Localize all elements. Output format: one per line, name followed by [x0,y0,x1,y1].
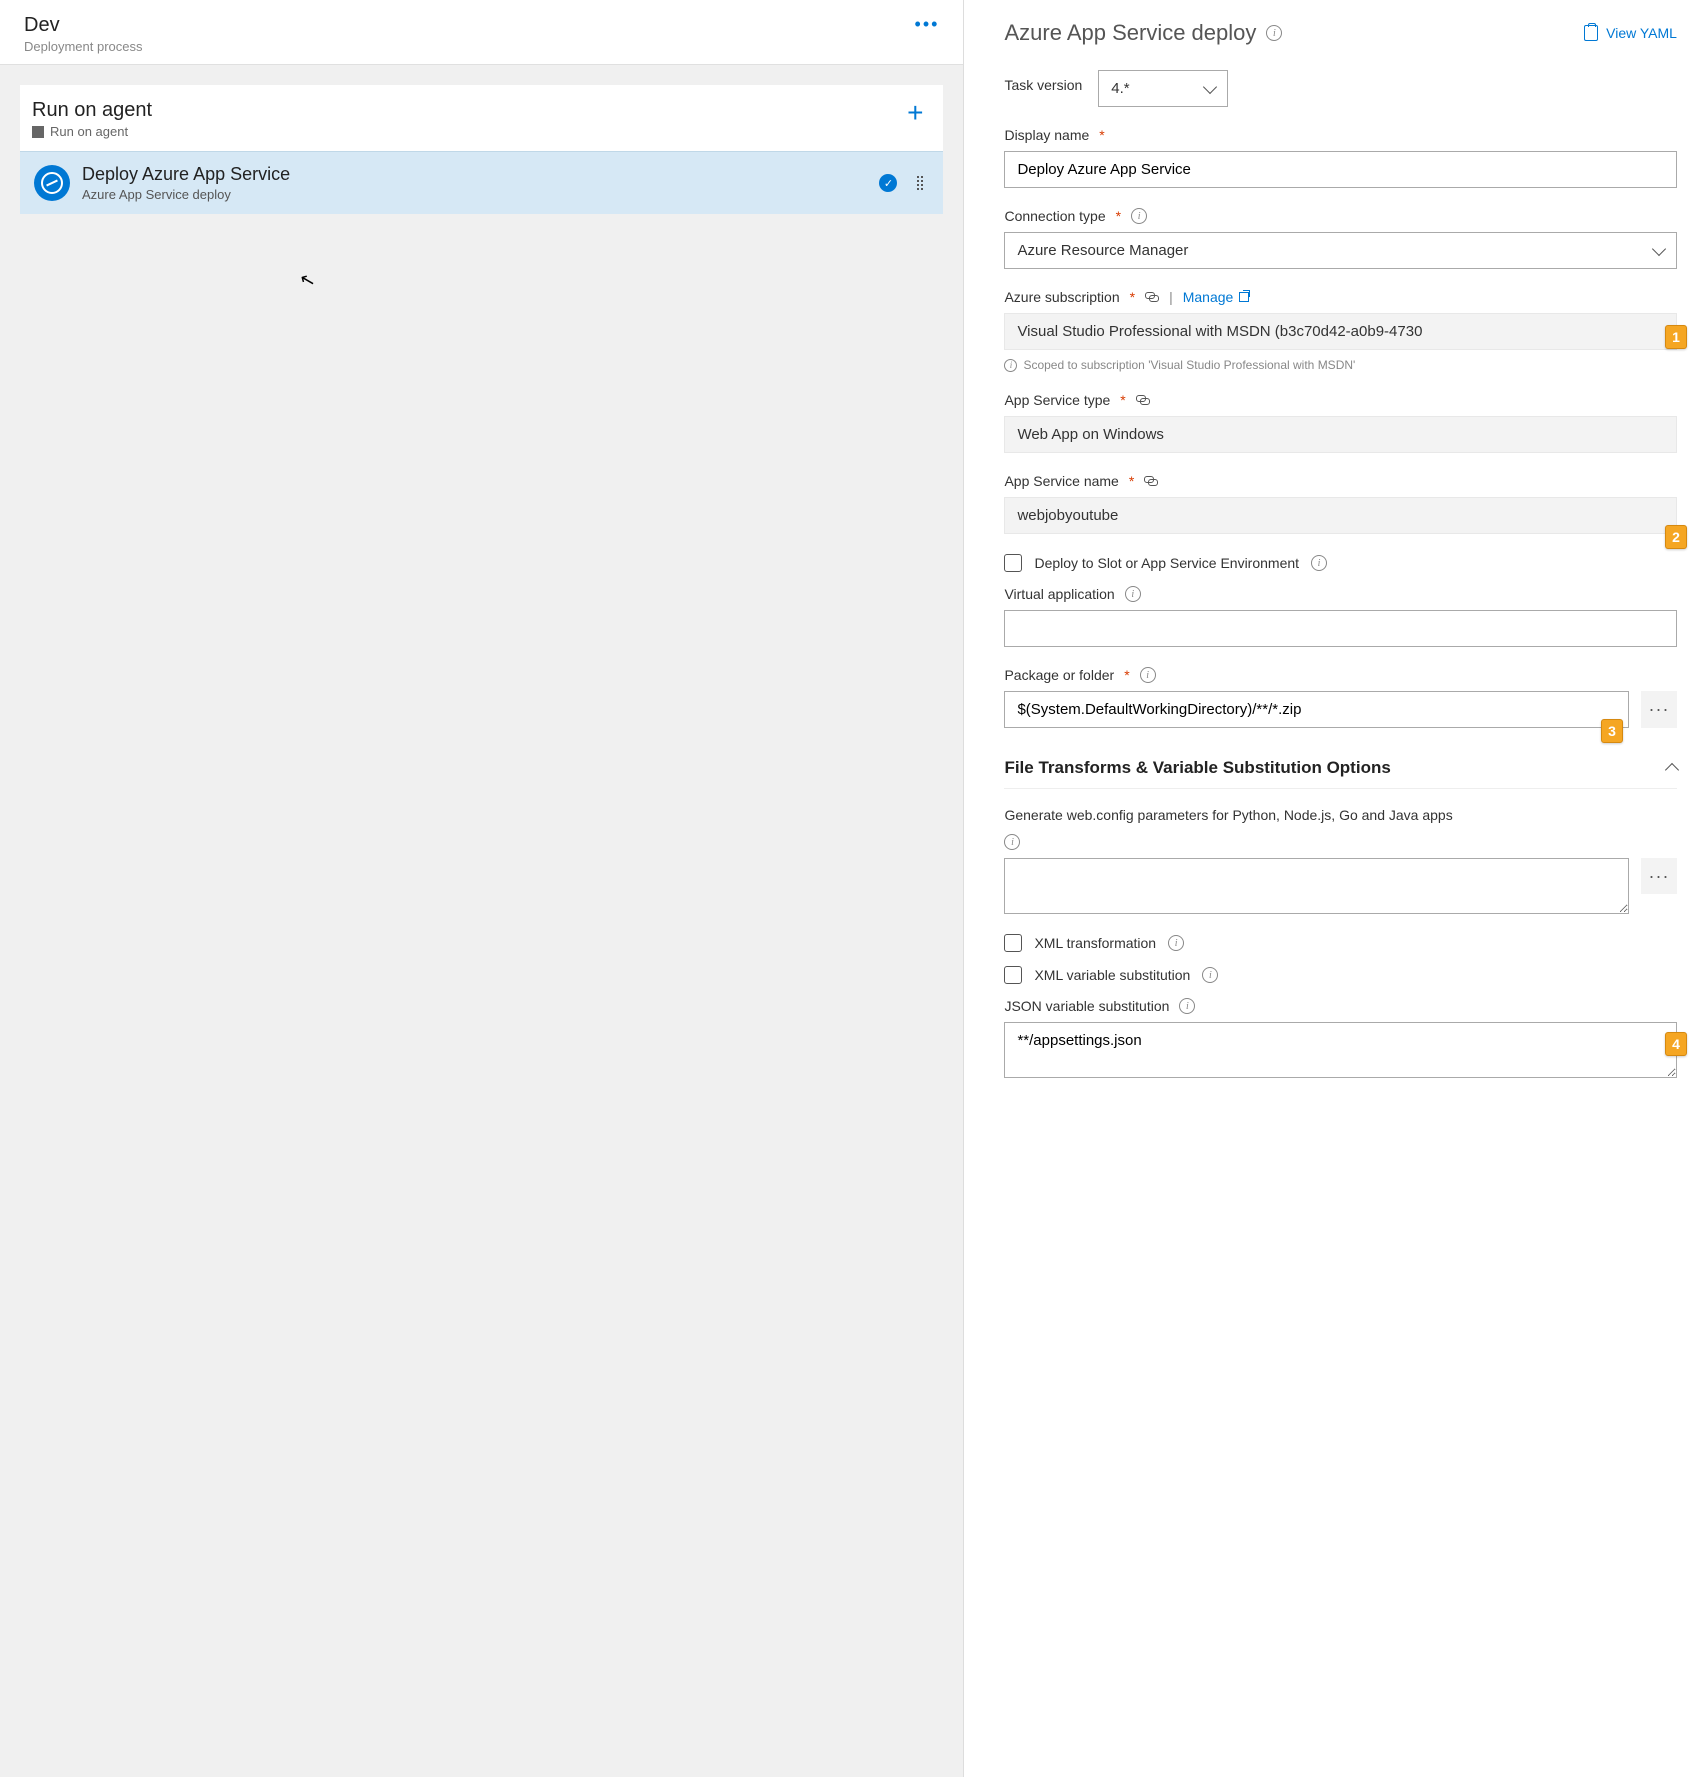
add-task-button[interactable]: + [907,99,923,127]
json-varsub-input[interactable] [1004,1022,1677,1078]
package-input[interactable] [1004,691,1629,728]
azure-app-service-icon [34,165,70,201]
info-icon[interactable]: i [1168,935,1184,951]
deploy-slot-checkbox[interactable] [1004,554,1022,572]
agent-job-row[interactable]: Run on agent Run on agent + [20,85,943,151]
chevron-down-icon [1652,241,1666,255]
annotation-badge-2: 2 [1665,525,1687,549]
info-icon[interactable]: i [1140,667,1156,683]
scoped-note: i Scoped to subscription 'Visual Studio … [1004,358,1677,372]
webconfig-label: Generate web.config parameters for Pytho… [1004,805,1677,826]
link-icon[interactable] [1144,474,1158,488]
info-icon: i [1004,359,1017,372]
azure-subscription-select[interactable]: Visual Studio Professional with MSDN (b3… [1004,313,1677,350]
manage-link[interactable]: Manage [1183,289,1250,305]
app-service-name-label: App Service name* [1004,473,1677,489]
agent-job-subtitle: Run on agent [32,124,152,139]
section-toggle[interactable]: File Transforms & Variable Substitution … [1004,748,1677,789]
deploy-slot-label: Deploy to Slot or App Service Environmen… [1034,555,1299,571]
info-icon[interactable]: i [1004,834,1020,850]
link-icon[interactable] [1136,393,1150,407]
xml-transform-checkbox[interactable] [1004,934,1022,952]
info-icon[interactable]: i [1179,998,1195,1014]
browse-button[interactable]: ··· [1641,858,1677,894]
stage-title: Dev [24,14,143,37]
webconfig-input[interactable] [1004,858,1629,914]
xml-transform-label: XML transformation [1034,935,1156,951]
annotation-badge-4: 4 [1665,1032,1687,1056]
info-icon[interactable]: i [1125,586,1141,602]
more-menu-icon[interactable]: ••• [915,14,940,35]
check-icon: ✓ [879,174,897,192]
json-varsub-label: JSON variable substitution i [1004,998,1677,1014]
task-title: Deploy Azure App Service [82,164,867,185]
panel-title: Azure App Service deploy i [1004,20,1282,46]
connection-type-select[interactable]: Azure Resource Manager [1004,232,1677,269]
clipboard-icon [1584,25,1598,41]
left-panel: Dev Deployment process ••• Run on agent … [0,0,964,1777]
browse-button[interactable]: ··· [1641,691,1677,728]
agent-job-title: Run on agent [32,99,152,122]
azure-subscription-label: Azure subscription* | Manage [1004,289,1677,305]
info-icon[interactable]: i [1202,967,1218,983]
display-name-input[interactable] [1004,151,1677,188]
app-service-name-select[interactable]: webjobyoutube [1004,497,1677,534]
stage-header: Dev Deployment process ••• [0,0,963,65]
display-name-label: Display name* [1004,127,1677,143]
package-label: Package or folder* i [1004,667,1677,683]
link-icon[interactable] [1145,290,1159,304]
cursor-icon: ↖ [298,268,318,292]
stage-subtitle: Deployment process [24,39,143,54]
chevron-up-icon [1665,763,1679,777]
task-row-selected[interactable]: Deploy Azure App Service Azure App Servi… [20,151,943,214]
app-service-type-select[interactable]: Web App on Windows [1004,416,1677,453]
xml-varsub-label: XML variable substitution [1034,967,1190,983]
external-link-icon [1239,292,1249,302]
task-version-label: Task version [1004,77,1082,93]
task-list: Run on agent Run on agent + Deploy Azure… [0,65,963,1777]
annotation-badge-1: 1 [1665,325,1687,349]
info-icon[interactable]: i [1311,555,1327,571]
virtual-app-label: Virtual application i [1004,586,1677,602]
task-version-select[interactable]: 4.* [1098,70,1228,107]
right-panel: Azure App Service deploy i View YAML Tas… [964,0,1707,1777]
app-service-type-label: App Service type* [1004,392,1677,408]
task-subtitle: Azure App Service deploy [82,187,867,202]
connection-type-label: Connection type* i [1004,208,1677,224]
info-icon[interactable]: i [1131,208,1147,224]
xml-varsub-checkbox[interactable] [1004,966,1022,984]
info-icon[interactable]: i [1266,25,1282,41]
view-yaml-button[interactable]: View YAML [1584,25,1677,41]
server-icon [32,126,44,138]
annotation-badge-3: 3 [1601,719,1623,743]
drag-handle-icon[interactable] [917,176,923,190]
virtual-app-input[interactable] [1004,610,1677,647]
chevron-down-icon [1203,79,1217,93]
